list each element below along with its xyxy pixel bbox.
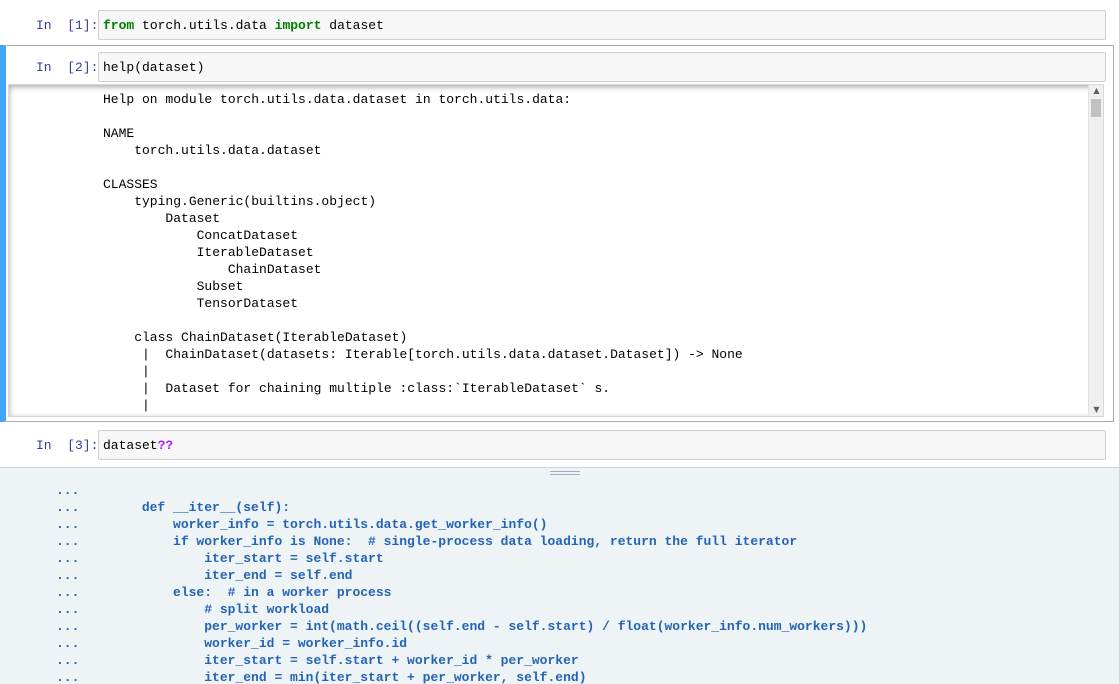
- output-line: | Dataset for chaining multiple :class:`…: [103, 381, 611, 396]
- pager-code: if worker_info is None: # single-process…: [79, 534, 798, 549]
- code-token: from: [103, 18, 135, 33]
- output-line: | This class is useful to assemble diffe…: [103, 414, 743, 416]
- pager-line: ... iter_start = self.start + worker_id …: [56, 652, 867, 669]
- pager-code: iter_start = self.start + worker_id * pe…: [79, 653, 579, 668]
- code-input[interactable]: help(dataset): [98, 52, 1106, 82]
- pager-source-text: ... ... def __iter__(self):... worker_in…: [56, 482, 867, 684]
- pager-code: iter_end = self.end: [79, 568, 353, 583]
- output-line: IterableDataset: [103, 245, 314, 260]
- output-line: CLASSES: [103, 177, 158, 192]
- continuation-prompt: ...: [56, 585, 80, 600]
- pager-line: ... iter_start = self.start: [56, 550, 867, 567]
- continuation-prompt: ...: [56, 534, 80, 549]
- pager-code: # split workload: [79, 602, 330, 617]
- pager-line: ... if worker_info is None: # single-pro…: [56, 533, 867, 550]
- code-token: ??: [157, 438, 174, 453]
- pager-code: iter_end = min(iter_start + per_worker, …: [79, 670, 587, 684]
- output-line: Help on module torch.utils.data.dataset …: [103, 92, 572, 107]
- code-token: dataset: [103, 438, 158, 453]
- output-line: NAME: [103, 126, 135, 141]
- output-line: Dataset: [103, 211, 221, 226]
- scroll-down-arrow-icon[interactable]: ▼: [1089, 404, 1103, 416]
- pager-line: ... per_worker = int(math.ceil((self.end…: [56, 618, 867, 635]
- continuation-prompt: ...: [56, 483, 80, 498]
- pager-code: else: # in a worker process: [79, 585, 392, 600]
- pager-code: [79, 483, 110, 498]
- pager-resize-handle[interactable]: [550, 471, 580, 475]
- code-input[interactable]: dataset??: [98, 430, 1106, 460]
- output-line: |: [103, 364, 150, 379]
- pager-line: ... else: # in a worker process: [56, 584, 867, 601]
- code-token: import: [274, 18, 322, 33]
- output-line: ConcatDataset: [103, 228, 299, 243]
- pager-line: ... def __iter__(self):: [56, 499, 867, 516]
- pager-code: iter_start = self.start: [79, 551, 384, 566]
- output-scrollbar[interactable]: ▲ ▼: [1088, 85, 1103, 416]
- pager-line: ... # split workload: [56, 601, 867, 618]
- continuation-prompt: ...: [56, 619, 80, 634]
- code-token: dataset: [321, 18, 384, 33]
- cell-prompt: In [1]:: [36, 18, 99, 33]
- pager-line: ... iter_end = self.end: [56, 567, 867, 584]
- continuation-prompt: ...: [56, 670, 80, 684]
- pager-code: worker_info = torch.utils.data.get_worke…: [79, 517, 548, 532]
- continuation-prompt: ...: [56, 602, 80, 617]
- pager-panel[interactable]: ... ... def __iter__(self):... worker_in…: [0, 467, 1119, 684]
- cell-prompt: In [3]:: [36, 438, 99, 453]
- pager-code: per_worker = int(math.ceil((self.end - s…: [79, 619, 868, 634]
- pager-line: ... worker_id = worker_info.id: [56, 635, 867, 652]
- continuation-prompt: ...: [56, 653, 80, 668]
- continuation-prompt: ...: [56, 500, 80, 515]
- code-token: torch.utils.data: [134, 18, 275, 33]
- output-line: ChainDataset: [103, 262, 322, 277]
- continuation-prompt: ...: [56, 568, 80, 583]
- pager-line: ... iter_end = min(iter_start + per_work…: [56, 669, 867, 684]
- code-cell-1[interactable]: In [1]: from torch.utils.data import dat…: [0, 10, 1119, 40]
- output-line: class ChainDataset(IterableDataset): [103, 330, 408, 345]
- code-token: help(dataset): [103, 60, 205, 75]
- continuation-prompt: ...: [56, 636, 80, 651]
- output-line: TensorDataset: [103, 296, 299, 311]
- pager-code: def __iter__(self):: [79, 500, 291, 515]
- pager-code: worker_id = worker_info.id: [79, 636, 408, 651]
- continuation-prompt: ...: [56, 517, 80, 532]
- cell-output-area[interactable]: Help on module torch.utils.data.dataset …: [8, 84, 1104, 417]
- output-line: |: [103, 398, 150, 413]
- output-line: torch.utils.data.dataset: [103, 143, 322, 158]
- continuation-prompt: ...: [56, 551, 80, 566]
- scroll-up-arrow-icon[interactable]: ▲: [1089, 85, 1103, 97]
- code-cell-2[interactable]: In [2]: help(dataset): [0, 52, 1119, 82]
- pager-line: ...: [56, 482, 867, 499]
- pager-line: ... worker_info = torch.utils.data.get_w…: [56, 516, 867, 533]
- code-cell-3[interactable]: In [3]: dataset??: [0, 430, 1119, 460]
- output-line: | ChainDataset(datasets: Iterable[torch.…: [103, 347, 743, 362]
- help-output-text: Help on module torch.utils.data.dataset …: [103, 91, 743, 416]
- scroll-thumb[interactable]: [1091, 99, 1101, 117]
- cell-prompt: In [2]:: [36, 60, 99, 75]
- code-input[interactable]: from torch.utils.data import dataset: [98, 10, 1106, 40]
- output-line: typing.Generic(builtins.object): [103, 194, 377, 209]
- output-line: Subset: [103, 279, 244, 294]
